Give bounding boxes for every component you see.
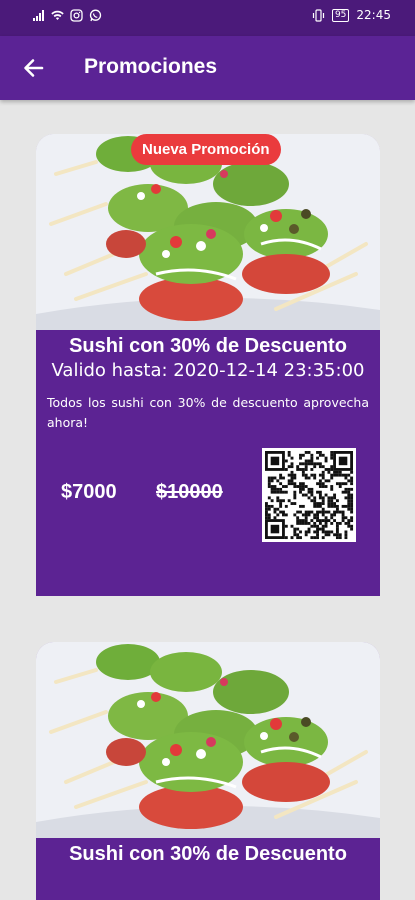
promotion-price: $7000 [61,481,117,503]
promotion-title: Sushi con 30% de Descuento [69,843,347,865]
promotion-image: Nueva Promoción [36,134,380,330]
price-row: $7000 $10000 [36,448,380,544]
vibrate-icon [312,8,325,22]
status-bar: 95 22:45 [0,0,415,36]
qr-code-icon[interactable] [262,448,356,542]
signal-icon [33,10,44,21]
app-bar: Promociones [0,36,415,100]
promotion-valid-until: Valido hasta: 2020-12-14 23:35:00 [51,360,365,381]
promotion-image [36,642,380,838]
promotion-title: Sushi con 30% de Descuento [69,335,347,357]
whatsapp-icon [89,9,102,22]
page-title: Promociones [84,55,218,78]
promotion-description: Todos los sushi con 30% de descuento apr… [47,395,369,430]
wifi-icon [51,10,64,20]
promotion-old-price: $10000 [156,481,223,503]
promotion-card[interactable]: Nueva Promoción Sushi con 30% de Descuen… [36,134,380,596]
new-promotion-badge: Nueva Promoción [131,134,281,165]
back-button[interactable] [18,54,48,82]
promotion-card[interactable]: Sushi con 30% de Descuento [36,642,380,900]
battery-icon: 95 [331,8,350,22]
arrow-back-icon [24,59,44,77]
instagram-icon [70,9,83,22]
status-time: 22:45 [356,8,391,22]
